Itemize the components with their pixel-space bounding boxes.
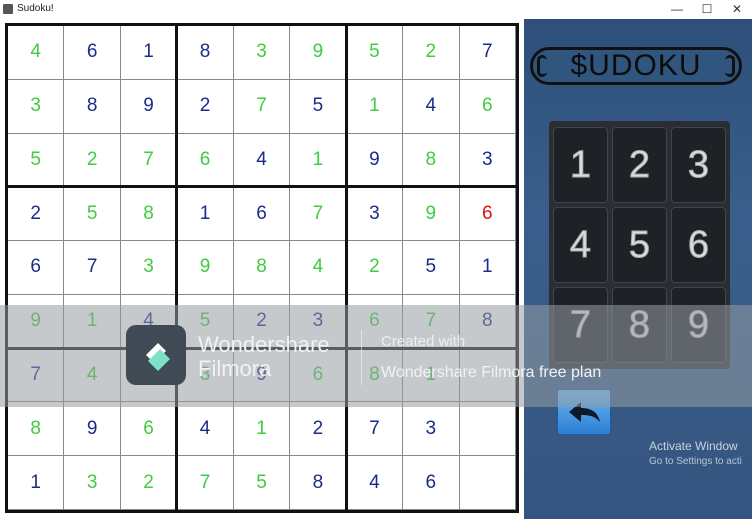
activate-windows-title: Activate Window (649, 439, 738, 453)
cell-r3c8[interactable]: 8 (403, 133, 460, 188)
cell-r9c8[interactable]: 6 (403, 456, 460, 510)
cell-r8c7[interactable]: 7 (346, 402, 404, 457)
cell-r2c6[interactable]: 5 (290, 79, 347, 134)
cell-r8c3[interactable]: 6 (120, 402, 178, 457)
cell-r4c7[interactable]: 3 (346, 187, 404, 242)
cell-r1c6[interactable]: 9 (290, 26, 347, 80)
close-button[interactable]: ✕ (722, 0, 752, 19)
cell-r3c7[interactable]: 9 (346, 133, 404, 188)
cell-r8c9[interactable] (459, 402, 516, 457)
cell-r8c5[interactable]: 1 (233, 402, 291, 457)
cell-r3c1[interactable]: 5 (8, 133, 65, 188)
cell-r9c6[interactable]: 8 (290, 456, 347, 510)
cell-r5c9[interactable]: 1 (459, 241, 516, 295)
keypad-button-4[interactable]: 4 (553, 207, 608, 283)
cell-r4c6[interactable]: 7 (290, 187, 347, 242)
cell-r9c1[interactable]: 1 (8, 456, 65, 510)
cell-r2c1[interactable]: 3 (8, 79, 65, 134)
keypad-button-5[interactable]: 5 (612, 207, 667, 283)
window-title: Sudoku! (17, 3, 54, 14)
cell-r9c9[interactable] (459, 456, 516, 510)
cell-r1c4[interactable]: 8 (177, 26, 234, 80)
cell-r3c5[interactable]: 4 (233, 133, 291, 188)
keypad-button-1[interactable]: 1 (553, 127, 608, 203)
box-divider-horizontal (8, 185, 516, 189)
box-divider-vertical (175, 26, 179, 510)
cell-r8c1[interactable]: 8 (8, 402, 65, 457)
sudoku-board: 4618395273892751465276419832581673966739… (5, 23, 519, 513)
cell-r2c4[interactable]: 2 (177, 79, 234, 134)
control-panel: $UDOKU 123456789 Activate Window Go to S… (524, 19, 752, 519)
keypad-button-6[interactable]: 6 (671, 207, 726, 283)
cell-r8c2[interactable]: 9 (64, 402, 121, 457)
cell-r5c2[interactable]: 7 (64, 241, 121, 295)
minimize-button[interactable]: — (662, 0, 692, 19)
cell-r1c3[interactable]: 1 (120, 26, 178, 80)
keypad-button-3[interactable]: 3 (671, 127, 726, 203)
cell-r1c7[interactable]: 5 (346, 26, 404, 80)
title-bar: Sudoku! — ☐ ✕ (0, 0, 752, 20)
cell-r5c1[interactable]: 6 (8, 241, 65, 295)
watermark-brand-line2: Filmora (198, 356, 272, 381)
cell-r4c2[interactable]: 5 (64, 187, 121, 242)
cell-r9c7[interactable]: 4 (346, 456, 404, 510)
cell-r1c5[interactable]: 3 (233, 26, 291, 80)
activate-windows-subtitle: Go to Settings to acti (649, 456, 742, 467)
watermark-brand: Wondershare Filmora (198, 333, 330, 381)
cell-r5c5[interactable]: 8 (233, 241, 291, 295)
cell-r4c4[interactable]: 1 (177, 187, 234, 242)
cell-r2c5[interactable]: 7 (233, 79, 291, 134)
watermark-created-with: Created with (381, 333, 466, 350)
cell-r8c8[interactable]: 3 (403, 402, 460, 457)
cell-r1c9[interactable]: 7 (459, 26, 516, 80)
cell-r2c2[interactable]: 8 (64, 79, 121, 134)
watermark-plan: Wondershare Filmora free plan (381, 364, 602, 381)
cell-r8c6[interactable]: 2 (290, 402, 347, 457)
cell-r4c8[interactable]: 9 (403, 187, 460, 242)
cell-r9c2[interactable]: 3 (64, 456, 121, 510)
cell-r3c2[interactable]: 2 (64, 133, 121, 188)
board-area: 4618395273892751465276419832581673966739… (0, 19, 524, 519)
app-icon (3, 4, 13, 14)
cell-r8c4[interactable]: 4 (177, 402, 234, 457)
watermark-brand-line1: Wondershare (198, 332, 330, 357)
sudoku-logo: $UDOKU (530, 47, 742, 85)
cell-r5c4[interactable]: 9 (177, 241, 234, 295)
cell-r4c9[interactable]: 6 (459, 187, 516, 242)
cell-r2c8[interactable]: 4 (403, 79, 460, 134)
cell-r3c6[interactable]: 1 (290, 133, 347, 188)
cell-r3c9[interactable]: 3 (459, 133, 516, 188)
watermark-separator (361, 330, 362, 385)
cell-r1c2[interactable]: 6 (64, 26, 121, 80)
cell-r2c9[interactable]: 6 (459, 79, 516, 134)
cell-r5c8[interactable]: 5 (403, 241, 460, 295)
cell-r4c3[interactable]: 8 (120, 187, 178, 242)
cell-r5c6[interactable]: 4 (290, 241, 347, 295)
cell-r2c3[interactable]: 9 (120, 79, 178, 134)
cell-r2c7[interactable]: 1 (346, 79, 404, 134)
cell-r1c1[interactable]: 4 (8, 26, 65, 80)
cell-r5c7[interactable]: 2 (346, 241, 404, 295)
maximize-button[interactable]: ☐ (692, 0, 722, 19)
cell-r3c4[interactable]: 6 (177, 133, 234, 188)
cell-r9c4[interactable]: 7 (177, 456, 234, 510)
keypad-button-2[interactable]: 2 (612, 127, 667, 203)
cell-r4c1[interactable]: 2 (8, 187, 65, 242)
cell-r1c8[interactable]: 2 (403, 26, 460, 80)
cell-r9c3[interactable]: 2 (120, 456, 178, 510)
cell-r5c3[interactable]: 3 (120, 241, 178, 295)
filmora-logo-icon (126, 325, 186, 385)
cell-r9c5[interactable]: 5 (233, 456, 291, 510)
cell-r3c3[interactable]: 7 (120, 133, 178, 188)
box-divider-vertical (344, 26, 348, 510)
watermark-band (0, 305, 752, 407)
cell-r4c5[interactable]: 6 (233, 187, 291, 242)
